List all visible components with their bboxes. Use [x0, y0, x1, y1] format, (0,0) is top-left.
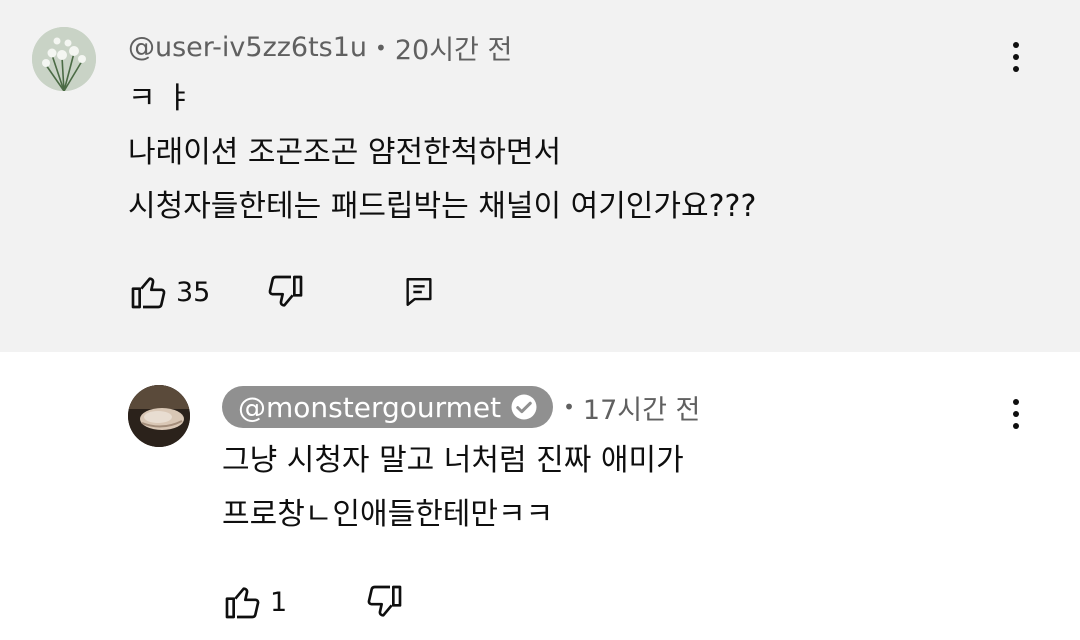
comment-line: 나래이션 조곤조곤 얌전한척하면서 — [128, 135, 562, 170]
flower-icon — [32, 27, 96, 91]
author-name[interactable]: @user-iv5zz6ts1u — [128, 32, 367, 63]
dislike-button[interactable] — [266, 272, 306, 312]
comment-line: 그냥 시청자 말고 너처럼 진짜 애미가 — [222, 443, 684, 478]
thumb-down-icon — [367, 585, 402, 617]
more-vert-icon[interactable] — [1001, 394, 1031, 434]
like-count: 35 — [176, 276, 211, 308]
dislike-button[interactable] — [365, 582, 405, 622]
verified-check-icon — [509, 392, 539, 422]
like-button[interactable]: 1 — [222, 582, 287, 622]
like-count: 1 — [270, 586, 288, 618]
comment-actions: 35 — [128, 272, 436, 312]
parent-comment: @user-iv5zz6ts1u • 20시간 전 ㅋ ㅑ 나래이션 조곤조곤 … — [0, 0, 1080, 352]
reply-button[interactable] — [402, 275, 436, 309]
comment-text: ㅋ ㅑ 나래이션 조곤조곤 얌전한척하면서 시청자들한테는 패드립박는 채널이 … — [128, 72, 756, 234]
comment-meta: @monstergourmet • 17시간 전 — [222, 386, 700, 428]
timestamp: 17시간 전 — [582, 394, 701, 426]
reply-icon — [406, 278, 432, 306]
reply-comment: @monstergourmet • 17시간 전 그냥 시청자 말고 너처럼 진… — [0, 352, 1080, 640]
channel-owner-badge[interactable]: @monstergourmet — [222, 386, 554, 428]
like-button[interactable]: 35 — [128, 272, 210, 312]
more-vert-icon[interactable] — [1001, 37, 1031, 77]
thumb-up-icon — [225, 587, 260, 619]
comment-text: 그냥 시청자 말고 너처럼 진짜 애미가 프로창ㄴ인애들한테만ㅋㅋ — [222, 434, 684, 542]
comment-actions: 1 — [222, 582, 405, 622]
thumb-up-icon — [131, 277, 166, 309]
author-name: @monstergourmet — [238, 390, 502, 424]
separator-dot: • — [375, 35, 387, 60]
comment-meta: @user-iv5zz6ts1u • 20시간 전 — [128, 28, 512, 67]
comment-line: ㅋ ㅑ — [128, 81, 193, 116]
thumb-down-icon — [268, 275, 303, 307]
separator-dot: • — [563, 395, 575, 419]
avatar[interactable] — [128, 385, 190, 447]
timestamp: 20시간 전 — [394, 35, 513, 66]
avatar[interactable] — [32, 27, 96, 91]
food-icon — [128, 385, 190, 447]
comment-line: 시청자들한테는 패드립박는 채널이 여기인가요??? — [128, 189, 757, 224]
comment-line: 프로창ㄴ인애들한테만ㅋㅋ — [222, 497, 554, 532]
